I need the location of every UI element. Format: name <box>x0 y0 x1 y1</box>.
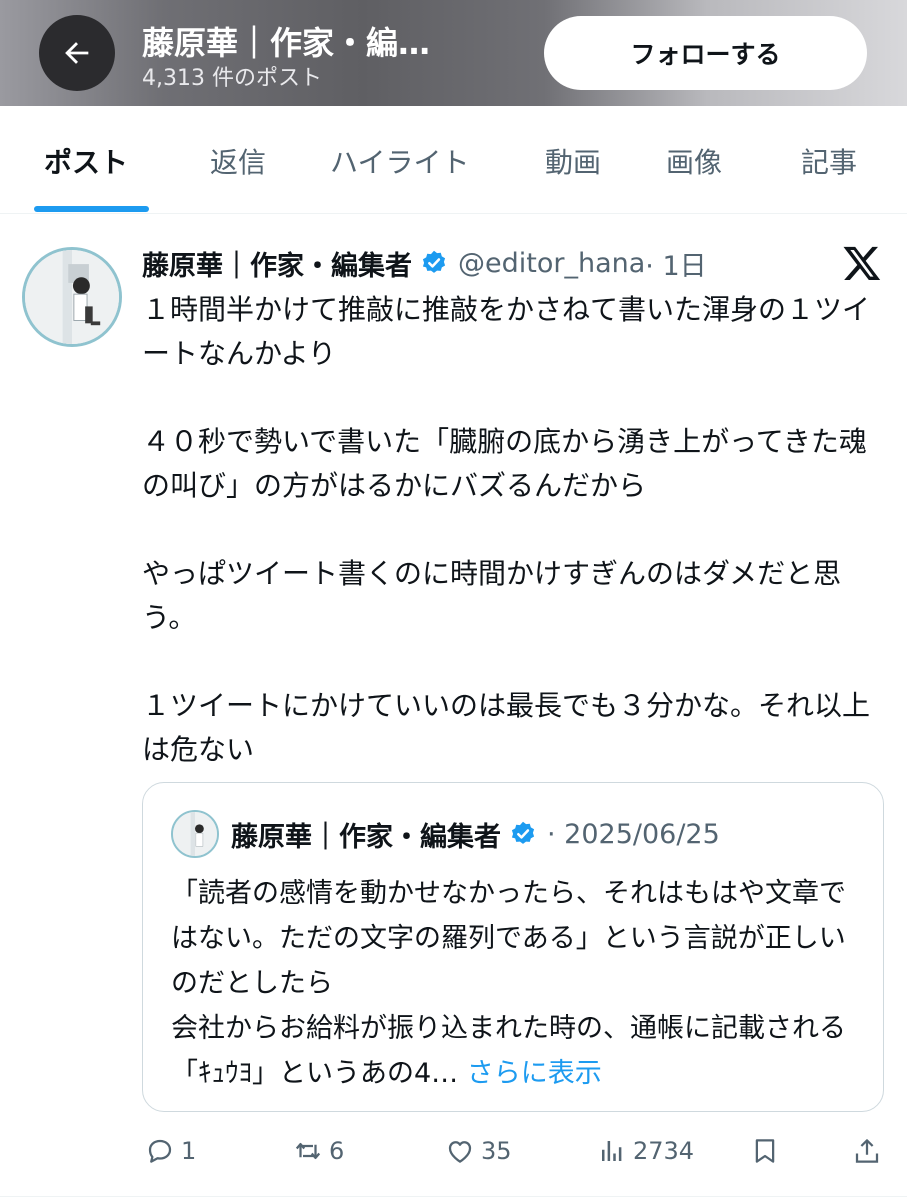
follow-button[interactable]: フォローする <box>544 16 867 90</box>
post-paragraph: １ツイートにかけていいのは最長でも３分かな。それ以上は危ない <box>142 689 871 766</box>
tab-posts[interactable]: ポスト <box>44 141 128 181</box>
profile-header: 藤原華｜作家・編… 4,313 件のポスト フォローする <box>0 0 907 106</box>
author-name[interactable]: 藤原華｜作家・編集者 <box>142 244 412 283</box>
profile-title: 藤原華｜作家・編… <box>142 24 431 62</box>
post-actions: 1 6 35 2734 <box>0 1130 907 1180</box>
quoted-paragraph: 「読者の感情を動かせなかったら、それはもはや文章ではない。ただの文字の羅列である… <box>171 878 846 999</box>
share-icon <box>855 1139 879 1163</box>
divider <box>0 1196 907 1197</box>
post-time[interactable]: · 1日 <box>645 244 706 283</box>
reply-icon <box>148 1139 172 1163</box>
author-handle[interactable]: @editor_hana <box>458 248 645 279</box>
avatar[interactable] <box>22 247 122 347</box>
quoted-author-row: 藤原華｜作家・編集者 · 2025/06/25 <box>231 813 720 855</box>
x-logo-icon <box>843 246 881 280</box>
bookmark-icon <box>755 1139 775 1163</box>
verified-badge-icon <box>511 821 535 844</box>
active-tab-indicator <box>34 206 149 212</box>
verified-badge-icon <box>422 250 446 273</box>
quoted-body: 「読者の感情を動かせなかったら、それはもはや文章ではない。ただの文字の羅列である… <box>171 871 861 1096</box>
post-author-row: 藤原華｜作家・編集者 @editor_hana · 1日 <box>142 243 707 283</box>
repost-button[interactable]: 6 <box>293 1136 344 1166</box>
tab-images[interactable]: 画像 <box>666 141 722 181</box>
bookmark-button[interactable] <box>750 1136 780 1166</box>
tab-highlights[interactable]: ハイライト <box>330 141 469 181</box>
post-body: １時間半かけて推敲に推敲をかさねて書いた渾身の１ツイートなんかより ４０秒で勢い… <box>142 288 882 772</box>
like-button[interactable]: 35 <box>445 1136 512 1166</box>
post-paragraph: ４０秒で勢いで書いた「臓腑の底から湧き上がってきた魂の叫び」の方がはるかにバズる… <box>142 425 867 502</box>
heart-icon <box>448 1141 472 1163</box>
views-button[interactable]: 2734 <box>597 1136 694 1166</box>
views-chart-icon <box>602 1141 622 1161</box>
post-paragraph: １時間半かけて推敲に推敲をかさねて書いた渾身の１ツイートなんかより <box>142 293 871 370</box>
repost-count: 6 <box>329 1137 345 1165</box>
avatar-photo <box>25 250 119 344</box>
tab-videos[interactable]: 動画 <box>545 141 601 181</box>
reply-button[interactable]: 1 <box>145 1136 196 1166</box>
show-more-link[interactable]: さらに表示 <box>467 1058 602 1089</box>
quoted-paragraph: 会社からお給料が振り込まれた時の、通帳に記載される「ｷｭｳﾖ」というあの4… さ… <box>171 1006 861 1096</box>
back-button[interactable] <box>39 15 115 91</box>
quoted-avatar-photo <box>173 812 217 856</box>
quoted-date: · 2025/06/25 <box>547 818 720 850</box>
tab-replies[interactable]: 返信 <box>210 141 266 181</box>
post-paragraph: やっぱツイート書くのに時間かけすぎんのはダメだと思う。 <box>142 557 842 634</box>
profile-tabs: ポスト 返信 ハイライト 動画 画像 記事 <box>0 106 907 214</box>
quoted-author-name: 藤原華｜作家・編集者 <box>231 821 501 853</box>
share-button[interactable] <box>852 1136 882 1166</box>
quoted-avatar <box>171 810 219 858</box>
view-count: 2734 <box>633 1137 695 1165</box>
tab-articles[interactable]: 記事 <box>801 141 857 181</box>
arrow-left-icon <box>65 42 89 64</box>
reply-count: 1 <box>181 1137 197 1165</box>
post-count: 4,313 件のポスト <box>142 66 322 91</box>
quoted-post-card[interactable]: 藤原華｜作家・編集者 · 2025/06/25 「読者の感情を動かせなかったら、… <box>142 782 884 1112</box>
repost-icon <box>295 1143 321 1159</box>
like-count: 35 <box>481 1137 512 1165</box>
